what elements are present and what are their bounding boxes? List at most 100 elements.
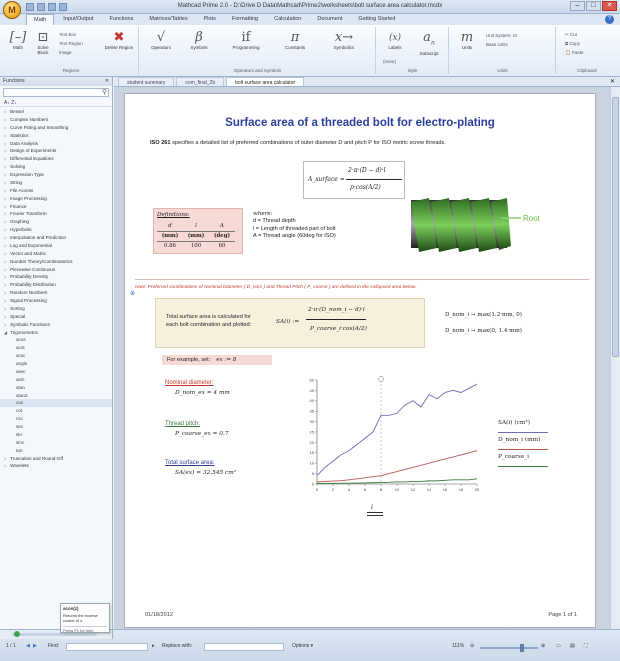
function-category[interactable]: ▷ Statistics bbox=[0, 132, 112, 140]
collapsed-arrow-icon[interactable]: ▷ bbox=[4, 298, 7, 303]
expanded-arrow-icon[interactable]: ◢ bbox=[4, 330, 7, 335]
function-category[interactable]: ▷ Image Processing bbox=[0, 195, 112, 203]
line-chart[interactable]: 0 2 4 6 8 10 12 14 16 18 20 0 5 10 15 20 25 30 35 40 45 50 bbox=[295, 372, 485, 502]
tab-calculation[interactable]: Calculation bbox=[267, 14, 308, 25]
collapsed-arrow-icon[interactable]: ▷ bbox=[4, 322, 7, 327]
doc-tab-student-summary[interactable]: student summary bbox=[118, 77, 175, 86]
collapsed-arrow-icon[interactable]: ▷ bbox=[4, 211, 7, 216]
collapsed-arrow-icon[interactable]: ▷ bbox=[4, 141, 7, 146]
labels-dropdown[interactable]: (none) bbox=[383, 59, 396, 64]
function-category[interactable]: ▷ Special bbox=[0, 313, 112, 321]
application-menu-button[interactable]: M bbox=[3, 1, 21, 19]
collapsed-arrow-icon[interactable]: ▷ bbox=[4, 172, 7, 177]
dnom-def-line[interactable]: D_nom_i → max(0, 1.4·mm) bbox=[445, 323, 522, 339]
delete-region-button[interactable]: ✖ Delete Region bbox=[104, 31, 134, 51]
vertical-scrollbar[interactable] bbox=[610, 87, 620, 629]
scrollbar-thumb[interactable] bbox=[612, 97, 619, 357]
function-category[interactable]: ▷ Expression Type bbox=[0, 171, 112, 179]
collapsed-arrow-icon[interactable]: ▷ bbox=[4, 117, 7, 122]
collapsed-arrow-icon[interactable]: ▷ bbox=[4, 180, 7, 185]
tab-getting-started[interactable]: Getting Started bbox=[351, 14, 402, 25]
maximize-button[interactable]: □ bbox=[586, 1, 601, 11]
collapsed-arrow-icon[interactable]: ▷ bbox=[4, 156, 7, 161]
legend-pitch[interactable]: P_coarse_i bbox=[498, 450, 548, 467]
units-button[interactable]: m Units bbox=[454, 31, 480, 51]
function-category[interactable]: ▷ Data Analysis bbox=[0, 140, 112, 148]
solve-block-button[interactable]: ⊡ Solve Block bbox=[32, 31, 54, 56]
help-icon[interactable]: ? bbox=[605, 15, 614, 24]
function-item[interactable]: sin bbox=[0, 431, 112, 439]
dnom-def-line[interactable]: D_nom_i → max(1.2·mm, 0) bbox=[445, 307, 522, 323]
collapsed-arrow-icon[interactable]: ▷ bbox=[4, 259, 7, 264]
tab-input-output[interactable]: Input/Output bbox=[56, 14, 100, 25]
replace-toggle-icon[interactable]: ▸ bbox=[152, 643, 155, 649]
function-category[interactable]: ▷ Solving bbox=[0, 163, 112, 171]
function-item[interactable]: acsc bbox=[0, 352, 112, 360]
function-item[interactable]: acot bbox=[0, 344, 112, 352]
function-category[interactable]: ▷ Random Numbers bbox=[0, 289, 112, 297]
panel-close-icon[interactable]: ✕ bbox=[105, 78, 109, 84]
zoom-slider[interactable] bbox=[480, 647, 538, 649]
tab-document[interactable]: Document bbox=[310, 14, 349, 25]
search-icon[interactable]: ⚲ bbox=[102, 88, 107, 96]
collapsed-arrow-icon[interactable]: ▷ bbox=[4, 188, 7, 193]
function-category[interactable]: ▷ Sorting bbox=[0, 305, 112, 313]
collapsed-arrow-icon[interactable]: ▷ bbox=[4, 314, 7, 319]
image-button[interactable]: Image bbox=[59, 50, 72, 55]
def-value[interactable]: 60 bbox=[209, 241, 235, 251]
function-category[interactable]: ◢ Trigonometric bbox=[0, 329, 112, 337]
symbols-button[interactable]: β Symbols bbox=[184, 31, 214, 51]
function-category[interactable]: ▷ Complex Numbers bbox=[0, 116, 112, 124]
legend-sa[interactable]: SA(i) (cm²) bbox=[498, 416, 548, 433]
function-category[interactable]: ▷ Vector and Matrix bbox=[0, 250, 112, 258]
function-category[interactable]: ▷ File Access bbox=[0, 187, 112, 195]
options-dropdown[interactable]: Options ▾ bbox=[292, 643, 313, 649]
collapsed-area-marker[interactable]: ⊕ bbox=[130, 290, 135, 297]
function-category[interactable]: ▷ String bbox=[0, 179, 112, 187]
worksheet-page[interactable]: Surface area of a threaded bolt for elec… bbox=[124, 93, 596, 628]
function-category[interactable]: ▷ Signal Processing bbox=[0, 297, 112, 305]
function-category[interactable]: ▷ Probability Density bbox=[0, 273, 112, 281]
function-category[interactable]: ▷ Differential Equations bbox=[0, 155, 112, 163]
collapsed-arrow-icon[interactable]: ▷ bbox=[4, 148, 7, 153]
function-item[interactable]: tan bbox=[0, 447, 112, 455]
copy-button[interactable]: ⧉ Copy bbox=[565, 41, 580, 46]
collapsed-arrow-icon[interactable]: ▷ bbox=[4, 235, 7, 240]
full-screen-icon[interactable]: ⛶ bbox=[584, 643, 588, 649]
function-item[interactable]: cot bbox=[0, 407, 112, 415]
function-category[interactable]: ▷ Probability Distribution bbox=[0, 281, 112, 289]
functions-search-input[interactable]: ⚲ bbox=[3, 88, 109, 97]
function-category[interactable]: ▷ Number Theory/Combinatorics bbox=[0, 258, 112, 266]
function-item[interactable]: angle bbox=[0, 360, 112, 368]
function-category[interactable]: ▷ Log and Exponential bbox=[0, 242, 112, 250]
subscript-button[interactable]: an Subscript bbox=[413, 31, 445, 56]
close-document-icon[interactable]: ✕ bbox=[610, 78, 615, 85]
base-units-button[interactable]: Base Units bbox=[486, 42, 508, 47]
function-category[interactable]: ▷ Wavelets bbox=[0, 462, 112, 470]
panel-scroll-thumb[interactable] bbox=[14, 631, 20, 637]
tab-matrices-tables[interactable]: Matrices/Tables bbox=[142, 14, 194, 25]
collapsed-arrow-icon[interactable]: ▷ bbox=[4, 125, 7, 130]
tab-functions[interactable]: Functions bbox=[103, 14, 141, 25]
symbolics-button[interactable]: x→ Symbolics bbox=[324, 31, 364, 51]
function-item[interactable]: cos bbox=[0, 399, 112, 408]
collapsed-arrow-icon[interactable]: ▷ bbox=[4, 456, 7, 461]
collapsed-arrow-icon[interactable]: ▷ bbox=[4, 306, 7, 311]
collapsed-arrow-icon[interactable]: ▷ bbox=[4, 290, 7, 295]
nominal-diameter-value[interactable]: D_nom_ex = 4 mm bbox=[175, 390, 230, 396]
tab-plots[interactable]: Plots bbox=[197, 14, 223, 25]
legend-dnom[interactable]: D_nom_i (mm) bbox=[498, 433, 548, 450]
tab-math[interactable]: Math bbox=[26, 14, 55, 25]
function-item[interactable]: csc bbox=[0, 415, 112, 423]
constants-button[interactable]: π Constants bbox=[278, 31, 312, 51]
function-item[interactable]: atan2 bbox=[0, 392, 112, 400]
collapsed-arrow-icon[interactable]: ▷ bbox=[4, 267, 7, 272]
paste-button[interactable]: 📋 Paste bbox=[565, 50, 583, 56]
unit-system-dropdown[interactable]: Unit System: SI bbox=[486, 33, 517, 38]
operators-button[interactable]: √ Operators bbox=[146, 31, 176, 51]
surface-area-formula[interactable]: A_surface = 2·π·(D − d)·l p·cos(A/2) bbox=[303, 161, 405, 199]
previous-page-icon[interactable]: ◀ bbox=[26, 643, 30, 649]
definitions-box[interactable]: Definitions: dlA (mm) (mm) (deg) 0.86 100 60 bbox=[153, 208, 243, 254]
function-item[interactable]: sinc bbox=[0, 439, 112, 447]
text-region-button[interactable]: Text Region bbox=[59, 41, 83, 46]
